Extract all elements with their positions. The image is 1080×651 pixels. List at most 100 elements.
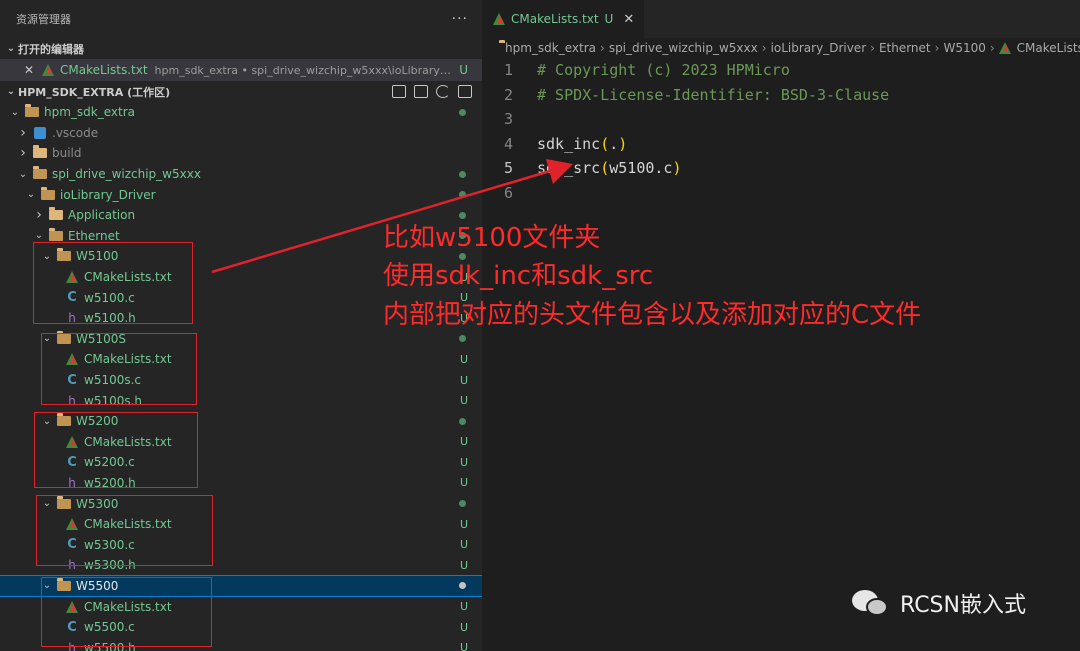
code-line: 4 sdk_inc(.): [483, 132, 1080, 157]
code-comment: # SPDX-License-Identifier: BSD-3-Clause: [537, 85, 890, 104]
code-function-name: sdk_inc: [537, 134, 601, 153]
annotation-line-1: 比如w5100文件夹: [383, 223, 601, 253]
highlight-box-w5100s: [41, 333, 197, 405]
breadcrumb-separator: ›: [934, 41, 940, 55]
breadcrumb-separator: ›: [989, 41, 995, 55]
code-paren: (: [600, 134, 610, 153]
git-status-badge: U: [459, 517, 468, 531]
highlight-box-w5200: [34, 412, 198, 488]
explorer-title-bar: 资源管理器 ···: [0, 0, 482, 38]
open-editors-header[interactable]: ⌄ 打开的编辑器: [0, 38, 482, 59]
line-number: 4: [503, 134, 513, 153]
breadcrumb-item[interactable]: W5100: [943, 41, 985, 55]
tree-item-label: ioLibrary_Driver: [60, 187, 156, 202]
tree-item-label: Application: [68, 208, 136, 223]
chevron-right-icon: ›: [36, 207, 42, 224]
folder-open-icon: [24, 104, 40, 119]
git-status-badge: U: [459, 373, 468, 387]
folder-open-icon: [40, 186, 56, 202]
chevron-down-icon: ⌄: [34, 230, 44, 242]
code-comment: # Copyright (c) 2023 HPMicro: [537, 61, 790, 80]
breadcrumb-item[interactable]: hpm_sdk_extra: [505, 41, 596, 55]
folder-icon: [32, 145, 48, 160]
tab-cmakelists[interactable]: CMakeLists.txt U ✕: [483, 0, 645, 38]
folder-icon: [48, 207, 64, 222]
annotation-line-2: 使用sdk_inc和sdk_src: [383, 261, 654, 291]
open-editor-item[interactable]: ✕ CMakeLists.txt hpm_sdk_extra • spi_dri…: [0, 59, 482, 81]
code-argument: .: [609, 134, 619, 153]
code-line: 6: [483, 181, 1080, 206]
breadcrumb-separator: ›: [761, 41, 767, 55]
folder-open-icon: [48, 227, 64, 243]
cmake-icon: [998, 42, 1011, 54]
open-editor-filename: CMakeLists.txt: [60, 63, 148, 77]
chevron-right-icon: ›: [20, 124, 26, 141]
code-argument: w5100.c: [609, 159, 673, 178]
tree-item[interactable]: › .vscode: [0, 123, 482, 144]
breadcrumb-separator: ›: [600, 41, 605, 55]
watermark: RCSN嵌入式: [852, 587, 1026, 619]
code-function-name: sdk_src: [537, 159, 601, 178]
code-paren: ): [672, 159, 682, 178]
chevron-down-icon: ⌄: [10, 106, 20, 118]
git-status-badge: U: [459, 600, 468, 614]
refresh-icon[interactable]: [436, 85, 450, 98]
line-number: 1: [503, 61, 513, 80]
code-line: 2 # SPDX-License-Identifier: BSD-3-Clause: [483, 83, 1080, 108]
code-editor[interactable]: 1 # Copyright (c) 2023 HPMicro 2 # SPDX-Lic…: [483, 58, 1080, 205]
open-editors-label: 打开的编辑器: [18, 42, 84, 56]
git-modified-dot: [459, 417, 466, 425]
code-paren: ): [618, 134, 628, 153]
tree-item[interactable]: ⌄ spi_drive_wizchip_w5xxx: [0, 164, 482, 185]
line-number: 5: [503, 159, 513, 178]
tree-item[interactable]: › build: [0, 143, 482, 164]
close-icon[interactable]: ✕: [24, 63, 38, 77]
open-editor-path: hpm_sdk_extra • spi_drive_wizchip_w5xxx\…: [154, 63, 455, 77]
git-modified-dot: [459, 108, 466, 116]
git-modified-dot: [459, 500, 466, 508]
wechat-icon: [852, 588, 892, 618]
more-actions-icon[interactable]: ···: [452, 11, 468, 27]
code-line: 5 sdk_src(w5100.c): [483, 156, 1080, 181]
highlight-box-w5300: [36, 495, 213, 566]
breadcrumb-item[interactable]: CMakeLists.txt: [1017, 41, 1080, 55]
annotation-line-3: 内部把对应的头文件包含以及添加对应的C文件: [383, 300, 922, 330]
breadcrumb-separator: ›: [870, 41, 875, 55]
tree-item-label: build: [52, 146, 82, 161]
collapse-all-icon[interactable]: [458, 85, 472, 98]
new-file-icon[interactable]: [392, 85, 406, 98]
new-folder-icon[interactable]: [414, 85, 428, 98]
workspace-actions: [392, 85, 472, 98]
tab-label: CMakeLists.txt: [511, 12, 599, 26]
git-status-badge: U: [459, 435, 468, 449]
close-icon[interactable]: ✕: [623, 12, 634, 27]
git-status-badge: U: [459, 455, 468, 469]
folder-open-icon: [32, 166, 48, 181]
breadcrumb-item[interactable]: ioLibrary_Driver: [771, 41, 867, 55]
git-status-badge: U: [459, 476, 468, 490]
highlight-box-w5500: [41, 577, 212, 647]
breadcrumb-item[interactable]: spi_drive_wizchip_w5xxx: [609, 41, 758, 55]
code-paren: (: [600, 159, 610, 178]
chevron-down-icon: ⌄: [6, 86, 16, 97]
chevron-down-icon: ⌄: [18, 168, 28, 180]
cmake-icon: [493, 13, 505, 25]
git-modified-dot: [459, 211, 466, 219]
workspace-label: HPM_SDK_EXTRA (工作区): [18, 85, 171, 99]
tree-item[interactable]: ⌄ hpm_sdk_extra: [0, 102, 482, 123]
explorer-title: 资源管理器: [16, 13, 71, 26]
chevron-down-icon: ⌄: [6, 43, 16, 54]
git-modified-dot: [459, 170, 466, 178]
tree-item-label: Ethernet: [68, 228, 120, 243]
git-status-badge: U: [459, 394, 468, 408]
git-status-badge: U: [459, 538, 468, 552]
tab-git-status: U: [604, 12, 614, 26]
line-number: 3: [503, 110, 513, 129]
workspace-header[interactable]: ⌄ HPM_SDK_EXTRA (工作区): [0, 81, 482, 102]
breadcrumb: hpm_sdk_extra › spi_drive_wizchip_w5xxx › io…: [483, 38, 1080, 58]
tree-item-label: spi_drive_wizchip_w5xxx: [52, 167, 201, 182]
git-modified-dot: [459, 335, 466, 343]
breadcrumb-item[interactable]: Ethernet: [879, 41, 931, 55]
git-status-badge: U: [459, 352, 468, 366]
tree-item[interactable]: ⌄ ioLibrary_Driver: [0, 184, 482, 205]
